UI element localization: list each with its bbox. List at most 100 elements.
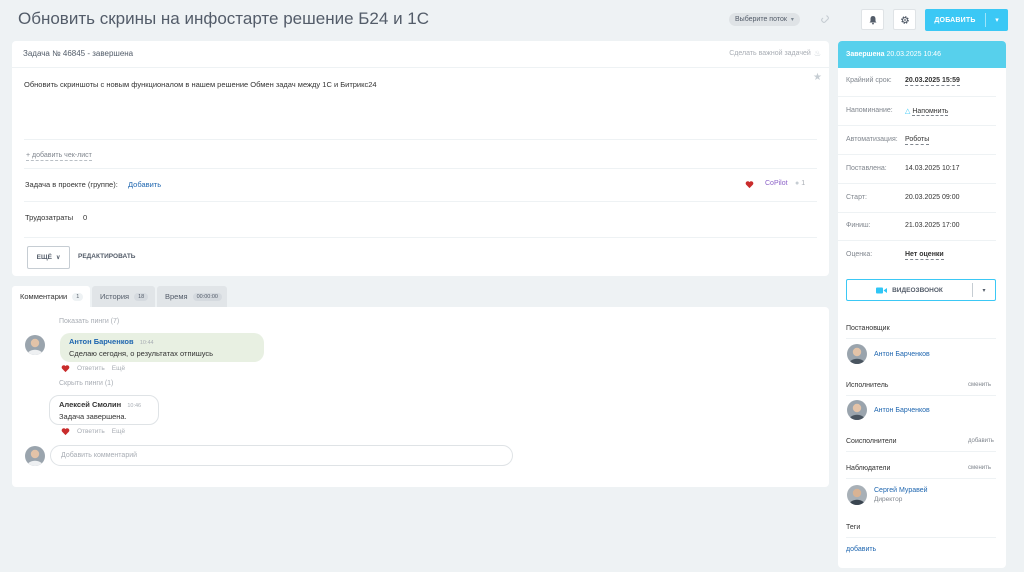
project-add-link[interactable]: Добавить — [128, 180, 161, 189]
creator-person[interactable]: Антон Барченков — [847, 344, 930, 364]
observer-name[interactable]: Сергей Муравей — [874, 487, 928, 494]
divider — [846, 478, 996, 479]
created-label: Поставлена: — [846, 165, 887, 172]
make-important-label: Сделать важной задачей — [729, 50, 811, 57]
avatar[interactable] — [847, 344, 867, 364]
video-call-main[interactable]: ВИДЕОЗВОНОК — [847, 287, 972, 294]
assignee-name[interactable]: Антон Барченков — [874, 407, 930, 414]
rating-value[interactable]: Нет оценки — [905, 251, 944, 260]
start-value: 20.03.2025 09:00 — [905, 194, 960, 201]
star-icon[interactable]: ★ — [813, 72, 822, 83]
divider — [846, 451, 996, 452]
more-button[interactable]: ЕЩЁ ∨ — [27, 246, 70, 269]
divider — [838, 240, 996, 241]
like-heart-icon[interactable] — [61, 427, 70, 436]
bell-icon — [869, 15, 876, 24]
more-link[interactable]: Ещё — [112, 365, 125, 372]
observer-person[interactable]: Сергей Муравей Директор — [847, 485, 928, 505]
reminder-link[interactable]: △ Напомнить — [905, 107, 949, 116]
divider — [24, 139, 817, 140]
add-button-label: ДОБАВИТЬ — [934, 16, 976, 24]
reply-link[interactable]: Ответить — [77, 428, 105, 435]
bell-icon: △ — [905, 108, 911, 115]
chevron-down-icon[interactable]: ▾ — [986, 16, 1008, 24]
tab-time[interactable]: Время 00:00:00 — [157, 286, 227, 307]
chevron-down-icon[interactable]: ▾ — [973, 287, 995, 294]
start-label: Старт: — [846, 194, 867, 201]
labor-label: Трудозатраты — [25, 213, 74, 222]
status-date: 20.03.2025 10:46 — [886, 51, 941, 58]
creator-name[interactable]: Антон Барченков — [874, 351, 930, 358]
tab-history[interactable]: История 18 — [92, 286, 155, 307]
comments-panel: Показать пинги (7) Антон Барченков 10:44… — [12, 307, 829, 487]
avatar[interactable] — [847, 400, 867, 420]
add-comment-input[interactable]: Добавить комментарий — [50, 445, 513, 466]
comment-actions: Ответить Ещё — [61, 427, 125, 436]
more-button-label: ЕЩЁ — [36, 254, 52, 261]
gear-icon — [900, 15, 909, 24]
observers-title: Наблюдатели — [846, 465, 891, 472]
labor-value: 0 — [83, 213, 88, 222]
hide-pings-link[interactable]: Скрыть пинги (1) — [59, 380, 113, 387]
comment-author[interactable]: Алексей Смолин — [59, 400, 121, 409]
flame-icon: ♨ — [813, 49, 821, 58]
divider — [24, 237, 817, 238]
edit-button[interactable]: РЕДАКТИРОВАТЬ — [78, 253, 135, 260]
comment-bubble: Антон Барченков 10:44 Сделаю сегодня, о … — [60, 333, 264, 362]
reminder-label: Напоминание: — [846, 107, 893, 114]
assignee-person[interactable]: Антон Барченков — [847, 400, 930, 420]
comment-author[interactable]: Антон Барченков — [69, 337, 134, 346]
settings-button[interactable] — [893, 9, 916, 30]
tab-label: Время — [165, 292, 188, 301]
show-pings-link[interactable]: Показать пинги (7) — [59, 318, 119, 325]
assignee-title: Исполнитель — [846, 382, 889, 389]
rating-label: Оценка: — [846, 251, 873, 258]
tags-add-link[interactable]: добавить — [846, 546, 876, 553]
finish-label: Финиш: — [846, 222, 871, 229]
task-description: Обновить скриншоты с новым функционалом … — [24, 80, 377, 89]
comment-time: 10:44 — [139, 340, 154, 346]
more-link[interactable]: Ещё — [112, 428, 125, 435]
assignee-change-link[interactable]: сменить — [968, 382, 991, 388]
make-important-link[interactable]: Сделать важной задачей ♨ — [729, 49, 821, 58]
notification-button[interactable] — [861, 9, 884, 30]
status-label: Завершена — [846, 51, 885, 58]
reminder-value: Напомнить — [912, 108, 949, 116]
finish-value: 21.03.2025 17:00 — [905, 222, 960, 229]
reply-link[interactable]: Ответить — [77, 365, 105, 372]
avatar[interactable] — [25, 335, 45, 355]
status-header: Завершена 20.03.2025 10:46 — [838, 41, 1006, 68]
tab-label: История — [100, 292, 130, 301]
deadline-value[interactable]: 20.03.2025 15:59 — [905, 77, 960, 86]
tab-count: 18 — [134, 292, 149, 301]
tab-comments[interactable]: Комментарии 1 — [12, 286, 90, 307]
divider — [846, 395, 996, 396]
video-call-button[interactable]: ВИДЕОЗВОНОК ▾ — [846, 279, 996, 301]
chevron-down-icon: ∨ — [55, 255, 61, 261]
created-value: 14.03.2025 10:17 — [905, 165, 960, 172]
divider — [12, 67, 829, 68]
like-heart-icon[interactable] — [745, 180, 754, 189]
flow-select[interactable]: Выберите поток ▾ — [729, 13, 800, 26]
chevron-down-icon: ▾ — [790, 17, 794, 23]
creator-title: Постановщик — [846, 325, 890, 332]
divider — [838, 154, 996, 155]
add-checklist-link[interactable]: + добавить чек-лист — [26, 151, 92, 161]
add-button[interactable]: ДОБАВИТЬ ▾ — [925, 9, 1008, 31]
tab-count: 00:00:00 — [192, 292, 222, 301]
tab-count: 1 — [72, 292, 84, 301]
like-heart-icon[interactable] — [61, 364, 70, 373]
automation-link[interactable]: Роботы — [905, 136, 930, 145]
avatar[interactable] — [25, 446, 45, 466]
tags-title: Теги — [846, 524, 861, 531]
avatar[interactable] — [847, 485, 867, 505]
observer-role: Директор — [874, 496, 903, 503]
copilot-link[interactable]: CoPilot — [765, 180, 788, 187]
divider — [24, 168, 817, 169]
observers-change-link[interactable]: сменить — [968, 465, 991, 471]
task-card: Задача № 46845 - завершена Сделать важно… — [12, 41, 829, 276]
comment-bubble: Алексей Смолин 10:46 Задача завершена. — [49, 395, 159, 425]
coexecutors-add-link[interactable]: добавить — [968, 438, 994, 444]
link-icon[interactable] — [820, 13, 830, 25]
coexecutors-title: Соисполнители — [846, 438, 897, 445]
